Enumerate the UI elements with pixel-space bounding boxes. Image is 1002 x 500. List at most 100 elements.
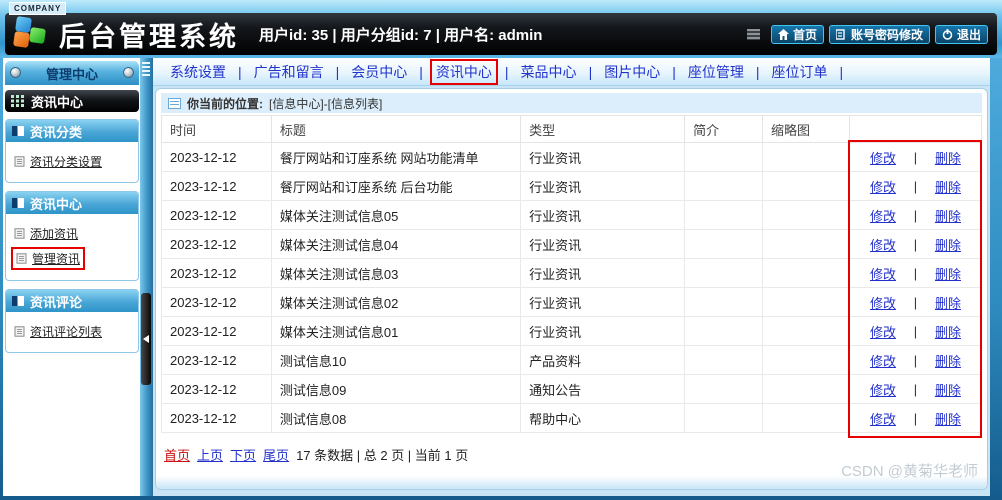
- nav-item[interactable]: 会员中心: [346, 60, 412, 84]
- sidebar-item[interactable]: 资讯分类设置: [11, 151, 105, 172]
- sidebar-group-header[interactable]: 资讯评论: [6, 290, 138, 312]
- sidebar-group-items: 添加资讯管理资讯: [6, 214, 138, 280]
- delete-link[interactable]: 删除: [935, 264, 961, 283]
- delete-link[interactable]: 删除: [935, 351, 961, 370]
- header-bar: 后台管理系统 用户id: 35 | 用户分组id: 7 | 用户名: admin…: [5, 13, 997, 55]
- sidebar-group-header[interactable]: 资讯中心: [6, 192, 138, 214]
- cell-intro: [684, 287, 764, 317]
- cell-thumb: [762, 287, 850, 317]
- news-table: 时间 标题 类型 简介 缩略图 2023-12-12 餐厅网站和订座系统 网站功能清单 行业…: [161, 115, 983, 433]
- delete-link[interactable]: 删除: [935, 235, 961, 254]
- pin-icon: [10, 67, 21, 78]
- cell-time: 2023-12-12: [161, 287, 272, 317]
- nav-item[interactable]: 座位订单: [766, 60, 832, 84]
- cell-title: 测试信息09: [270, 374, 522, 404]
- cell-time: 2023-12-12: [161, 403, 272, 433]
- grid-icon: [11, 95, 24, 107]
- breadcrumb-path: [信息中心]-[信息列表]: [269, 96, 383, 111]
- sidebar-active-module[interactable]: 资讯中心: [5, 90, 139, 112]
- edit-link[interactable]: 修改: [870, 293, 896, 312]
- nav-separator: |: [335, 63, 340, 80]
- edit-link[interactable]: 修改: [870, 264, 896, 283]
- company-badge: COMPANY: [9, 2, 67, 15]
- header-actions: 首页 账号密码修改 退出: [746, 24, 988, 44]
- header-button-2[interactable]: 退出: [934, 24, 988, 44]
- sidebar-group: 资讯评论资讯评论列表: [5, 289, 139, 353]
- nav-item[interactable]: 菜品中心: [516, 60, 582, 84]
- edit-link[interactable]: 修改: [870, 409, 896, 428]
- nav-separator: |: [839, 63, 844, 80]
- sidebar-panel-title: 管理中心: [5, 61, 139, 85]
- edit-link[interactable]: 修改: [870, 177, 896, 196]
- cell-type: 通知公告: [520, 374, 686, 404]
- cell-actions: 修改 | 删除: [848, 171, 983, 201]
- cell-intro: [684, 345, 764, 375]
- sidebar-group-header[interactable]: 资讯分类: [6, 120, 138, 142]
- edit-link[interactable]: 修改: [870, 322, 896, 341]
- cell-intro: [684, 200, 764, 230]
- delete-link[interactable]: 删除: [935, 322, 961, 341]
- column-header: 时间: [161, 115, 272, 143]
- cell-type: 行业资讯: [520, 287, 686, 317]
- edit-link[interactable]: 修改: [870, 148, 896, 167]
- page-prev-link[interactable]: 上页: [197, 445, 223, 464]
- sidebar-item-label: 添加资讯: [30, 227, 79, 241]
- delete-link[interactable]: 删除: [935, 148, 961, 167]
- page-next-link[interactable]: 下页: [230, 445, 256, 464]
- sidebar-item[interactable]: 资讯评论列表: [11, 321, 105, 342]
- delete-link[interactable]: 删除: [935, 293, 961, 312]
- action-links: 修改 | 删除: [858, 293, 973, 312]
- cell-title: 媒体关注测试信息04: [270, 229, 522, 259]
- column-header: 简介: [684, 115, 764, 143]
- section-icon: [12, 126, 24, 136]
- cell-title: 媒体关注测试信息01: [270, 316, 522, 346]
- cell-actions: 修改 | 删除: [848, 374, 983, 404]
- admin-app: COMPANY 后台管理系统 用户id: 35 | 用户分组id: 7 | 用户…: [0, 0, 1002, 500]
- cell-title: 测试信息10: [270, 345, 522, 375]
- power-icon: [942, 28, 953, 40]
- nav-item-active[interactable]: 资讯中心: [429, 58, 498, 85]
- edit-link[interactable]: 修改: [870, 380, 896, 399]
- sidebar-item[interactable]: 添加资讯: [11, 223, 81, 244]
- splitter[interactable]: [140, 58, 153, 496]
- nav-item[interactable]: 图片中心: [599, 60, 665, 84]
- cell-thumb: [762, 229, 850, 259]
- sidebar-active-module-label: 资讯中心: [31, 94, 84, 110]
- header-button-0[interactable]: 首页: [770, 24, 824, 44]
- nav-item[interactable]: 座位管理: [683, 60, 749, 84]
- action-separator: |: [913, 178, 918, 194]
- page-first-link[interactable]: 首页: [164, 445, 190, 464]
- sidebar-item-label: 资讯分类设置: [30, 155, 103, 169]
- page-last-link[interactable]: 尾页: [263, 445, 289, 464]
- location-icon: [168, 97, 181, 109]
- user-info: 用户id: 35 | 用户分组id: 7 | 用户名: admin: [259, 26, 543, 44]
- delete-link[interactable]: 删除: [935, 409, 961, 428]
- edit-link[interactable]: 修改: [870, 206, 896, 225]
- breadcrumb-prefix: 你当前的位置:: [187, 96, 263, 111]
- edit-link[interactable]: 修改: [870, 351, 896, 370]
- action-separator: |: [913, 381, 918, 397]
- sidebar-item-active[interactable]: 管理资讯: [11, 247, 86, 270]
- sidebar-group-items: 资讯分类设置: [6, 142, 138, 182]
- delete-link[interactable]: 删除: [935, 380, 961, 399]
- nav-item[interactable]: 系统设置: [165, 60, 231, 84]
- cell-title: 媒体关注测试信息05: [270, 200, 522, 230]
- nav-item[interactable]: 广告和留言: [249, 60, 329, 84]
- action-links: 修改 | 删除: [858, 351, 973, 370]
- delete-link[interactable]: 删除: [935, 177, 961, 196]
- action-separator: |: [913, 294, 918, 310]
- sidebar-groups: 资讯分类资讯分类设置资讯中心添加资讯管理资讯资讯评论资讯评论列表: [5, 119, 139, 353]
- action-separator: |: [913, 323, 918, 339]
- sidebar-group-title: 资讯分类: [30, 124, 83, 140]
- delete-link[interactable]: 删除: [935, 206, 961, 225]
- header-button-1[interactable]: 账号密码修改: [828, 24, 930, 44]
- edit-link[interactable]: 修改: [870, 235, 896, 254]
- document-icon: [16, 253, 27, 264]
- app-title: 后台管理系统: [59, 21, 239, 52]
- cell-time: 2023-12-12: [161, 171, 272, 201]
- cell-time: 2023-12-12: [161, 229, 272, 259]
- splitter-collapse-handle[interactable]: [141, 293, 151, 385]
- cell-time: 2023-12-12: [161, 258, 272, 288]
- action-links: 修改 | 删除: [858, 322, 973, 341]
- pagination-summary: 17 条数据 | 总 2 页 | 当前 1 页: [296, 448, 469, 463]
